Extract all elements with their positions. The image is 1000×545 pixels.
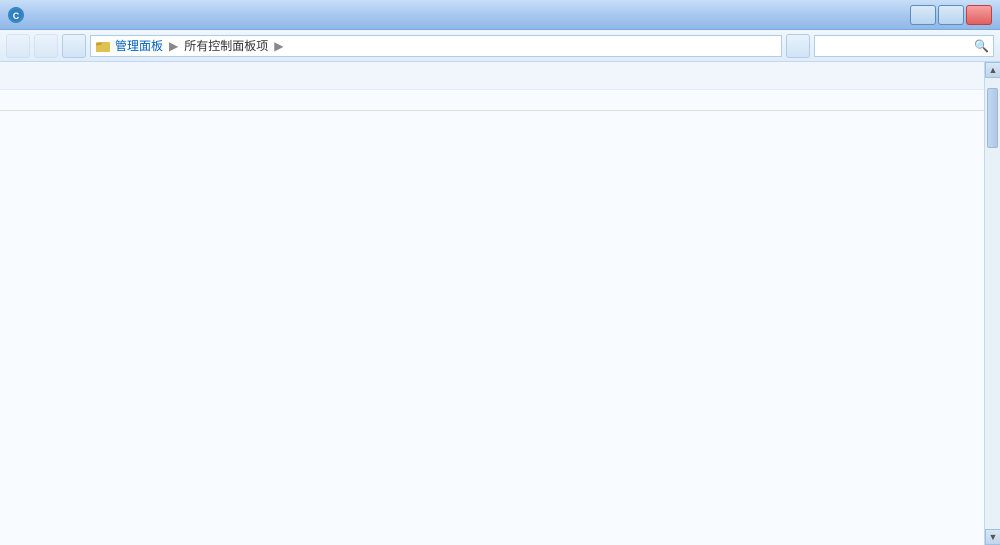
title-bar-controls <box>910 5 992 25</box>
restore-button[interactable] <box>938 5 964 25</box>
scroll-up-button[interactable]: ▲ <box>985 62 1000 78</box>
search-input[interactable] <box>819 40 970 52</box>
minimize-button[interactable] <box>910 5 936 25</box>
address-separator-1: ▶ <box>169 39 178 53</box>
forward-button[interactable] <box>34 34 58 58</box>
search-box[interactable]: 🔍 <box>814 35 994 57</box>
scroll-thumb[interactable] <box>987 88 998 148</box>
scrollbar[interactable]: ▲ ▼ <box>984 62 1000 545</box>
close-button[interactable] <box>966 5 992 25</box>
main-area: ▲ ▼ <box>0 62 1000 545</box>
address-part-1: 管理面板 <box>115 37 163 54</box>
scroll-down-button[interactable]: ▼ <box>985 529 1000 545</box>
title-bar: C <box>0 0 1000 30</box>
address-part-2: 所有控制面板项 <box>184 37 268 54</box>
view-header <box>0 62 984 90</box>
search-icon[interactable]: 🔍 <box>974 39 989 53</box>
up-button[interactable] <box>62 34 86 58</box>
scroll-track[interactable] <box>985 78 1000 529</box>
nav-bar: 管理面板 ▶ 所有控制面板项 ▶ 🔍 <box>0 30 1000 62</box>
title-bar-left: C <box>8 7 30 23</box>
back-button[interactable] <box>6 34 30 58</box>
svg-text:C: C <box>13 11 20 21</box>
window-icon: C <box>8 7 24 23</box>
content-area <box>0 62 984 545</box>
page-title <box>0 90 984 111</box>
refresh-button[interactable] <box>786 34 810 58</box>
folder-icon <box>95 38 111 54</box>
address-bar[interactable]: 管理面板 ▶ 所有控制面板项 ▶ <box>90 35 782 57</box>
watermark <box>0 32 12 36</box>
address-separator-2: ▶ <box>274 39 283 53</box>
